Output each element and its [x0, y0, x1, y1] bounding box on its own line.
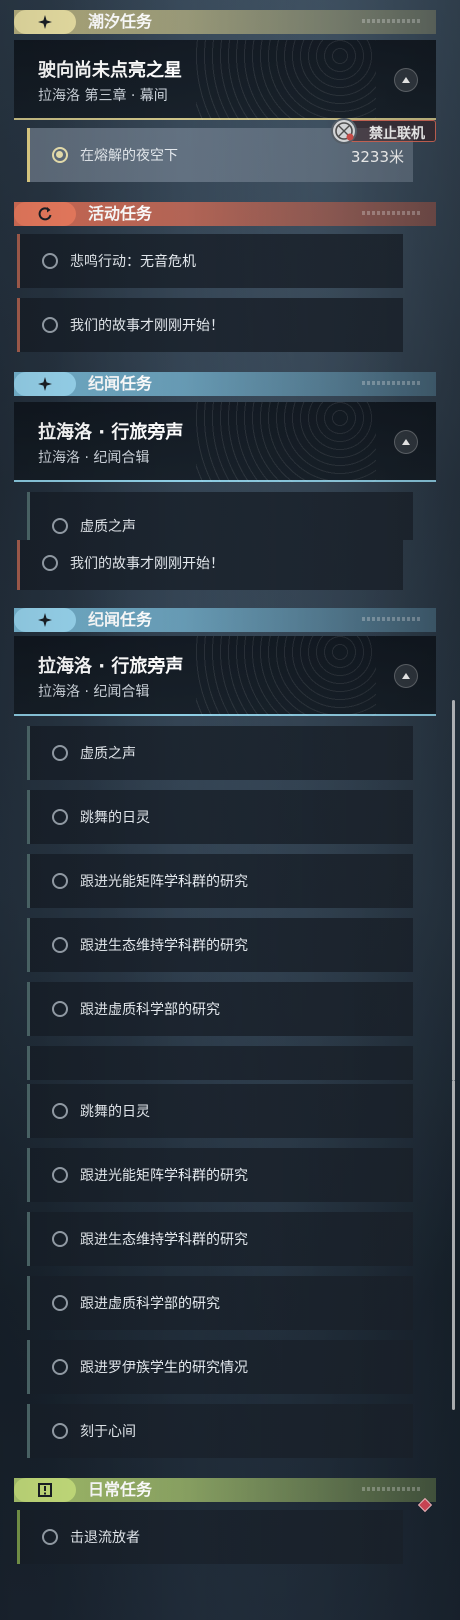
radio-icon [52, 873, 68, 889]
radio-icon [52, 809, 68, 825]
task-item[interactable]: 我们的故事才刚刚开始！ [17, 540, 403, 590]
sparkle-icon [14, 608, 76, 632]
triangle-up-icon [402, 439, 410, 445]
radio-icon [52, 1231, 68, 1247]
radio-icon [42, 317, 58, 333]
collapse-button[interactable] [394, 430, 418, 454]
task-label: 跟进光能矩阵学科群的研究 [80, 1168, 248, 1184]
category-title: 潮汐任务 [88, 12, 153, 31]
task-label: 跟进罗伊族学生的研究情况 [80, 1360, 248, 1376]
category-header-event[interactable]: 活动任务 [14, 202, 436, 226]
task-item[interactable]: 虚质之声 [27, 726, 413, 780]
task-label: 悲鸣行动：无音危机 [70, 254, 196, 270]
task-item[interactable]: 我们的故事才刚刚开始！ [17, 298, 403, 352]
task-item[interactable]: 跟进生态维持学科群的研究 [27, 1212, 413, 1266]
task-item[interactable]: 刻于心间 [27, 1404, 413, 1458]
category-header-companion[interactable]: 纪闻任务 [14, 372, 436, 396]
collapse-button[interactable] [394, 664, 418, 688]
category-title: 活动任务 [88, 204, 153, 223]
quest-title: 驶向尚未点亮之星 [38, 60, 182, 81]
companion-quest-card[interactable]: 拉海洛 · 行旅旁声 拉海洛 · 纪闻合辑 [14, 402, 436, 482]
task-label: 刻于心间 [80, 1424, 136, 1440]
quest-panel-bottom: 跳舞的日灵 跟进光能矩阵学科群的研究 跟进生态维持学科群的研究 跟进虚质科学部的… [0, 1080, 460, 1620]
task-item-partial[interactable] [27, 1046, 413, 1080]
sparkle-icon [14, 372, 76, 396]
task-label: 跟进光能矩阵学科群的研究 [80, 874, 248, 890]
no-coop-badge: 禁止联机 [331, 118, 436, 144]
radio-icon [52, 518, 68, 534]
radio-icon [42, 1529, 58, 1545]
scrollbar[interactable] [452, 700, 455, 1080]
radio-icon [52, 1295, 68, 1311]
quest-panel-middle: 我们的故事才刚刚开始！ 纪闻任务 拉海洛 · 行旅旁声 拉海洛 · 纪闻合辑 虚… [0, 540, 460, 1080]
no-coop-label: 禁止联机 [369, 126, 425, 142]
task-label: 跟进虚质科学部的研究 [80, 1002, 220, 1018]
radio-icon [52, 745, 68, 761]
task-label: 我们的故事才刚刚开始！ [70, 556, 224, 572]
radio-icon [52, 1001, 68, 1017]
radio-icon [52, 937, 68, 953]
task-item[interactable]: 跟进光能矩阵学科群的研究 [27, 854, 413, 908]
refresh-icon [14, 202, 76, 226]
header-decoration [362, 1487, 422, 1491]
scrollbar[interactable] [452, 1080, 455, 1410]
header-decoration [362, 381, 422, 385]
task-item[interactable]: 跳舞的日灵 [27, 790, 413, 844]
category-header-companion[interactable]: 纪闻任务 [14, 608, 436, 632]
triangle-up-icon [402, 673, 410, 679]
task-item[interactable]: 跟进生态维持学科群的研究 [27, 918, 413, 972]
task-item[interactable]: 跳舞的日灵 [27, 1084, 413, 1138]
task-label: 虚质之声 [80, 746, 136, 762]
task-label: 虚质之声 [80, 519, 136, 535]
triangle-up-icon [402, 77, 410, 83]
radio-icon [42, 555, 58, 571]
category-title: 纪闻任务 [88, 610, 153, 629]
radio-icon [52, 1359, 68, 1375]
quest-subtitle: 拉海洛 · 纪闻合辑 [38, 684, 150, 700]
task-label: 击退流放者 [70, 1530, 140, 1546]
task-label: 跳舞的日灵 [80, 810, 150, 826]
radio-icon [42, 253, 58, 269]
main-quest-card[interactable]: 驶向尚未点亮之星 拉海洛 第三章 · 幕间 [14, 40, 436, 120]
quest-panel-top: 潮汐任务 驶向尚未点亮之星 拉海洛 第三章 · 幕间 在熔解的夜空下 禁止联机 … [0, 0, 460, 540]
companion-quest-card[interactable]: 拉海洛 · 行旅旁声 拉海洛 · 纪闻合辑 [14, 636, 436, 716]
task-item[interactable]: 跟进虚质科学部的研究 [27, 982, 413, 1036]
task-label: 跟进生态维持学科群的研究 [80, 938, 248, 954]
quest-subtitle: 拉海洛 · 纪闻合辑 [38, 450, 150, 466]
collapse-button[interactable] [394, 68, 418, 92]
task-item[interactable]: 悲鸣行动：无音危机 [17, 234, 403, 288]
radio-selected-icon [52, 147, 68, 163]
header-decoration [362, 211, 422, 215]
exclamation-icon [14, 1478, 76, 1502]
category-title: 日常任务 [88, 1480, 153, 1499]
radio-icon [52, 1423, 68, 1439]
category-title: 纪闻任务 [88, 374, 153, 393]
topographic-pattern [196, 402, 376, 482]
quest-title: 拉海洛 · 行旅旁声 [38, 656, 184, 677]
task-label: 在熔解的夜空下 [80, 148, 178, 164]
task-item[interactable]: 跟进虚质科学部的研究 [27, 1276, 413, 1330]
radio-icon [52, 1167, 68, 1183]
radio-icon [52, 1103, 68, 1119]
task-label: 跳舞的日灵 [80, 1104, 150, 1120]
distance-label: 3233米 [350, 148, 404, 166]
task-item[interactable]: 跟进光能矩阵学科群的研究 [27, 1148, 413, 1202]
header-decoration [362, 617, 422, 621]
task-label: 我们的故事才刚刚开始！ [70, 318, 224, 334]
quest-subtitle: 拉海洛 第三章 · 幕间 [38, 88, 168, 104]
task-item-partial[interactable]: 虚质之声 [27, 492, 413, 540]
header-decoration [362, 19, 422, 23]
task-item[interactable]: 击退流放者 [17, 1510, 403, 1564]
category-header-tide[interactable]: 潮汐任务 [14, 10, 436, 34]
task-item[interactable]: 跟进罗伊族学生的研究情况 [27, 1340, 413, 1394]
task-label: 跟进虚质科学部的研究 [80, 1296, 220, 1312]
task-label: 跟进生态维持学科群的研究 [80, 1232, 248, 1248]
sparkle-icon [14, 10, 76, 34]
no-multiplayer-icon [331, 118, 357, 144]
topographic-pattern [196, 636, 376, 716]
topographic-pattern [196, 40, 376, 120]
quest-title: 拉海洛 · 行旅旁声 [38, 422, 184, 443]
category-header-daily[interactable]: 日常任务 [14, 1478, 436, 1502]
